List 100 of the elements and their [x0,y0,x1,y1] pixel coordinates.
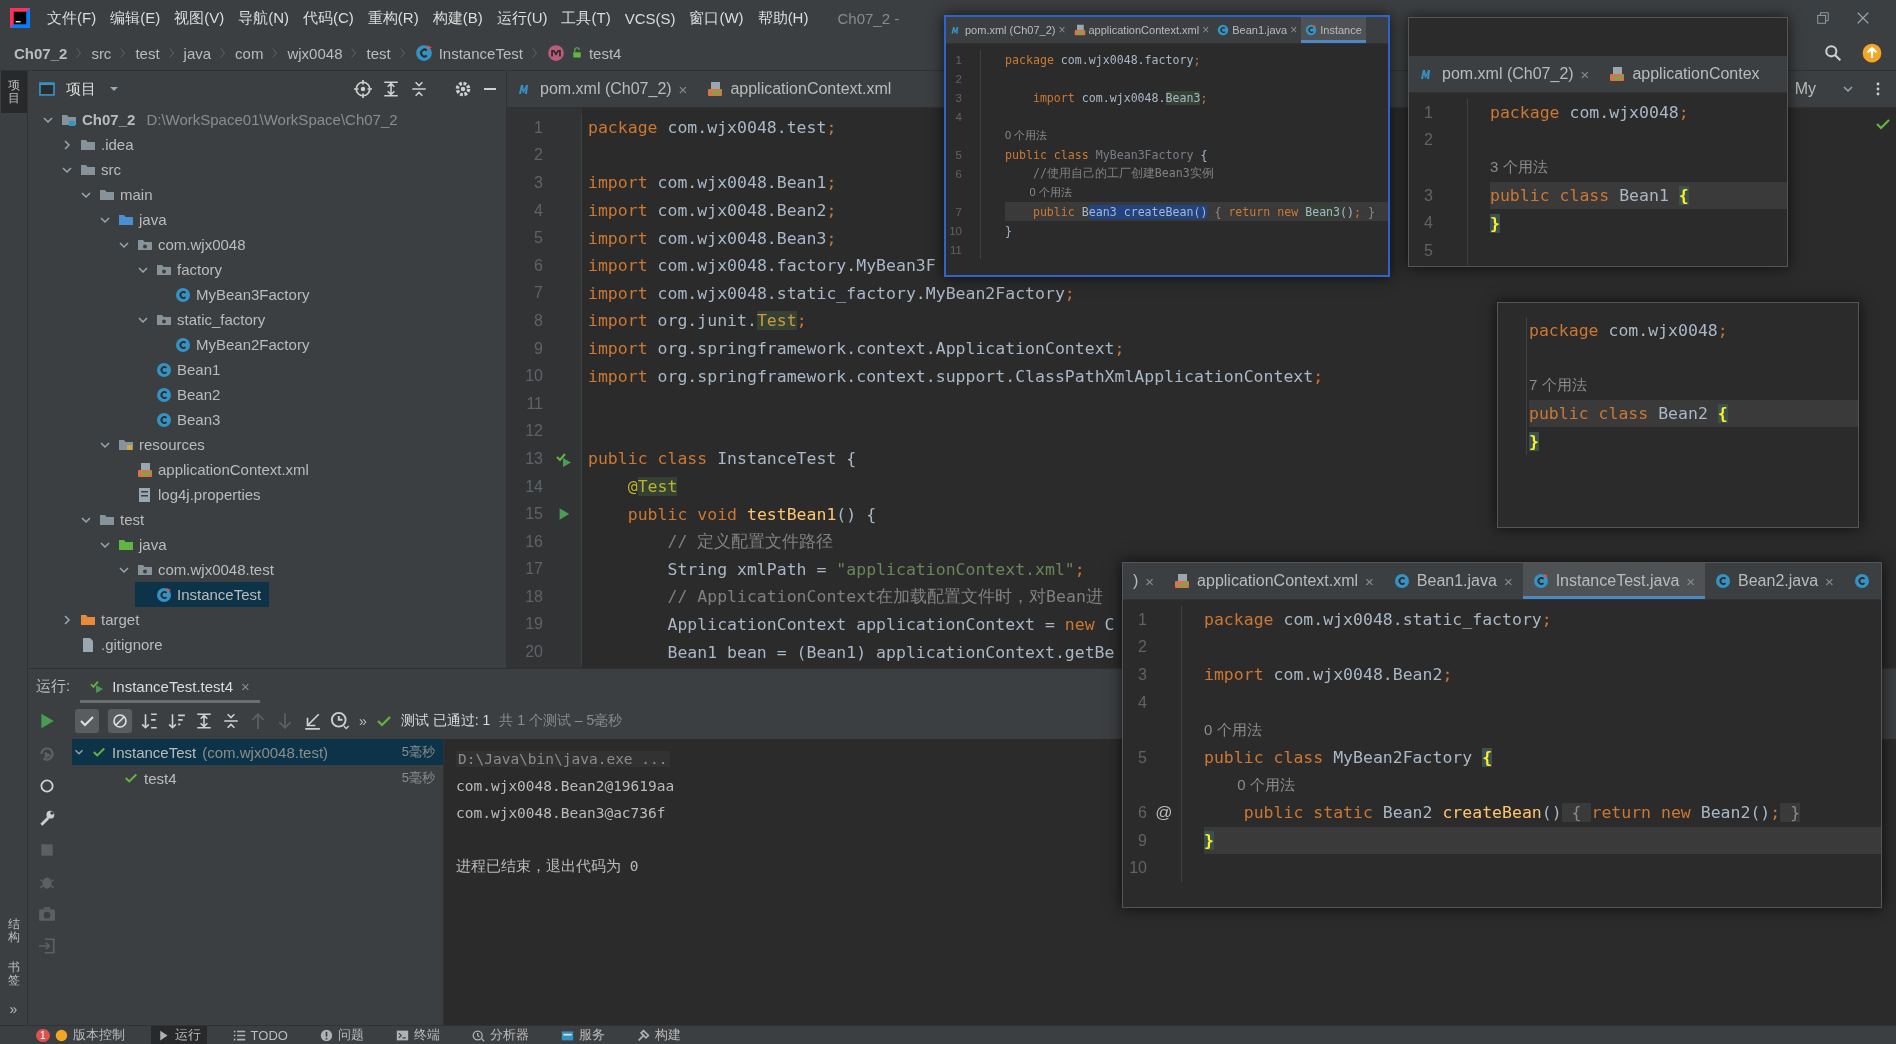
editor-tab[interactable]: ) × [1123,563,1165,599]
menu-item[interactable]: 构建(B) [425,8,490,28]
tree-item[interactable]: Bean3 [135,407,229,432]
editor-tab[interactable]: Instance [1301,17,1366,43]
wrench-icon[interactable] [38,809,56,827]
menu-item[interactable]: 工具(T) [554,8,618,28]
override-marker[interactable]: @ [1155,802,1173,823]
tree-item[interactable]: com.wjx0048 [116,232,254,257]
editor-tab[interactable]: pom.xml (Ch07_2) × [946,17,1070,43]
tree-item[interactable]: resources [97,432,213,457]
export-icon[interactable] [303,712,321,730]
test-item[interactable]: test4 5毫秒 [104,765,443,791]
editor-tab[interactable]: Bean2.java × [1705,563,1844,599]
tree-item[interactable]: java [97,532,175,557]
menu-item[interactable]: 文件(F) [40,8,104,28]
menu-item[interactable]: 导航(N) [231,8,296,28]
menu-item[interactable]: 窗口(W) [682,8,751,28]
show-passed-toggle[interactable] [75,709,99,733]
breadcrumb-item[interactable]: test4 [546,44,622,62]
editor-tab[interactable]: applicationContext.xml [697,71,902,107]
more-button[interactable]: » [359,713,367,729]
tool-window-button[interactable]: 构建 [630,1026,687,1044]
update-icon[interactable] [1862,43,1882,63]
tree-item[interactable]: MyBean2Factory [154,332,318,357]
tool-window-button[interactable]: 运行 [150,1026,207,1044]
tree-item[interactable]: com.wjx0048.test [116,557,282,582]
menu-item[interactable]: 重构(R) [360,8,426,28]
tree-item[interactable]: main [78,182,161,207]
class-icon [1393,573,1410,589]
test-class-icon [156,586,172,603]
history-icon[interactable] [330,711,350,731]
menu-item[interactable]: 运行(U) [489,8,555,28]
tree-item[interactable]: src [59,157,129,182]
tree-item[interactable]: target [59,607,148,632]
tree-item[interactable]: applicationContext.xml [116,457,317,482]
editor-tab[interactable]: InstanceTest.java × [1522,563,1706,599]
tool-window-button[interactable]: 问题 [313,1026,370,1044]
expand-all-icon[interactable] [382,80,400,98]
tool-window-button[interactable]: 服务 [554,1026,611,1044]
breadcrumb-item[interactable]: Ch07_2 [14,44,68,62]
more-button[interactable]: » [9,995,18,1025]
menu-item[interactable]: VCS(S) [617,9,683,27]
menu-item[interactable]: 帮助(H) [750,8,816,28]
panel-title[interactable]: 项目 [66,79,96,99]
tree-item[interactable]: MyBean3Factory [154,282,318,307]
breadcrumb-item[interactable]: java [183,44,212,62]
editor-tab[interactable]: applicationContext.xml × [1164,563,1384,599]
profiler-icon [471,1028,485,1042]
app-logo-icon[interactable] [10,8,30,28]
tool-window-tab[interactable]: 结构 [0,910,27,953]
breadcrumb-item[interactable]: com [235,44,264,62]
locate-icon[interactable] [354,80,372,98]
sort-icon[interactable] [141,712,159,730]
tree-item[interactable]: static_factory [135,307,274,332]
tool-window-tab[interactable]: 项目 [0,71,27,114]
editor-tab[interactable]: My [1784,80,1826,98]
tree-item[interactable]: Ch07_2 D:\WorkSpace01\WorkSpace\Ch07_2 [40,107,406,132]
tree-item[interactable]: factory [135,257,230,282]
settings-icon[interactable] [454,80,472,98]
breadcrumb-item[interactable]: InstanceTest [414,44,523,62]
menu-item[interactable]: 代码(C) [296,8,361,28]
editor-tab[interactable]: applicationContex [1599,56,1770,92]
tree-item[interactable]: Bean1 [135,357,229,382]
editor-tab[interactable]: pom.xml (Ch07_2) × [507,71,698,107]
editor-tab[interactable]: pom.xml (Ch07_2) × [1409,56,1600,92]
sort-icon[interactable] [168,712,186,730]
tool-window-button[interactable]: 终端 [389,1026,446,1044]
menu-item[interactable]: 视图(V) [167,8,232,28]
show-ignored-toggle[interactable] [108,709,132,733]
tree-item[interactable]: .idea [59,132,142,157]
breadcrumb-item[interactable]: test [366,44,391,62]
breadcrumb-item[interactable]: src [91,44,112,62]
tree-item[interactable]: InstanceTest [135,582,270,607]
restore-icon[interactable] [1816,11,1830,25]
expand-all-icon[interactable] [195,712,213,730]
tool-window-tab[interactable]: 书签 [0,952,27,995]
search-icon[interactable] [1824,44,1842,62]
collapse-all-icon[interactable] [222,712,240,730]
close-icon[interactable] [1856,11,1870,25]
run-icon[interactable] [38,712,56,730]
tree-item[interactable]: test [78,507,153,532]
tree-item[interactable]: java [97,207,175,232]
inspection-ok-icon[interactable] [1875,116,1891,132]
tree-item[interactable]: Bean2 [135,382,229,407]
run-icon[interactable] [557,507,571,522]
editor-tab[interactable]: Bean1.java × [1213,17,1302,43]
run-tab[interactable]: InstanceTest.test4 × [80,669,260,703]
usage-hint: 0 个用法 [1029,185,1072,200]
tool-window-button[interactable]: TODO [226,1026,294,1044]
tree-item[interactable]: log4j.properties [116,482,269,507]
tool-window-button[interactable]: 1 版本控制 [30,1026,131,1044]
editor-tab[interactable]: applicationContext.xml × [1069,17,1214,43]
breadcrumb-item[interactable]: wjx0048 [287,44,343,62]
breadcrumb-item[interactable]: test [135,44,160,62]
editor-tab[interactable]: Bean1.java × [1383,563,1523,599]
tool-window-button[interactable]: 分析器 [465,1026,535,1044]
collapse-all-icon[interactable] [410,80,428,98]
tree-item[interactable]: .gitignore [59,632,171,657]
menu-item[interactable]: 编辑(E) [103,8,168,28]
test-item[interactable]: InstanceTest (com.wjx0048.test) 5毫秒 [72,739,443,765]
